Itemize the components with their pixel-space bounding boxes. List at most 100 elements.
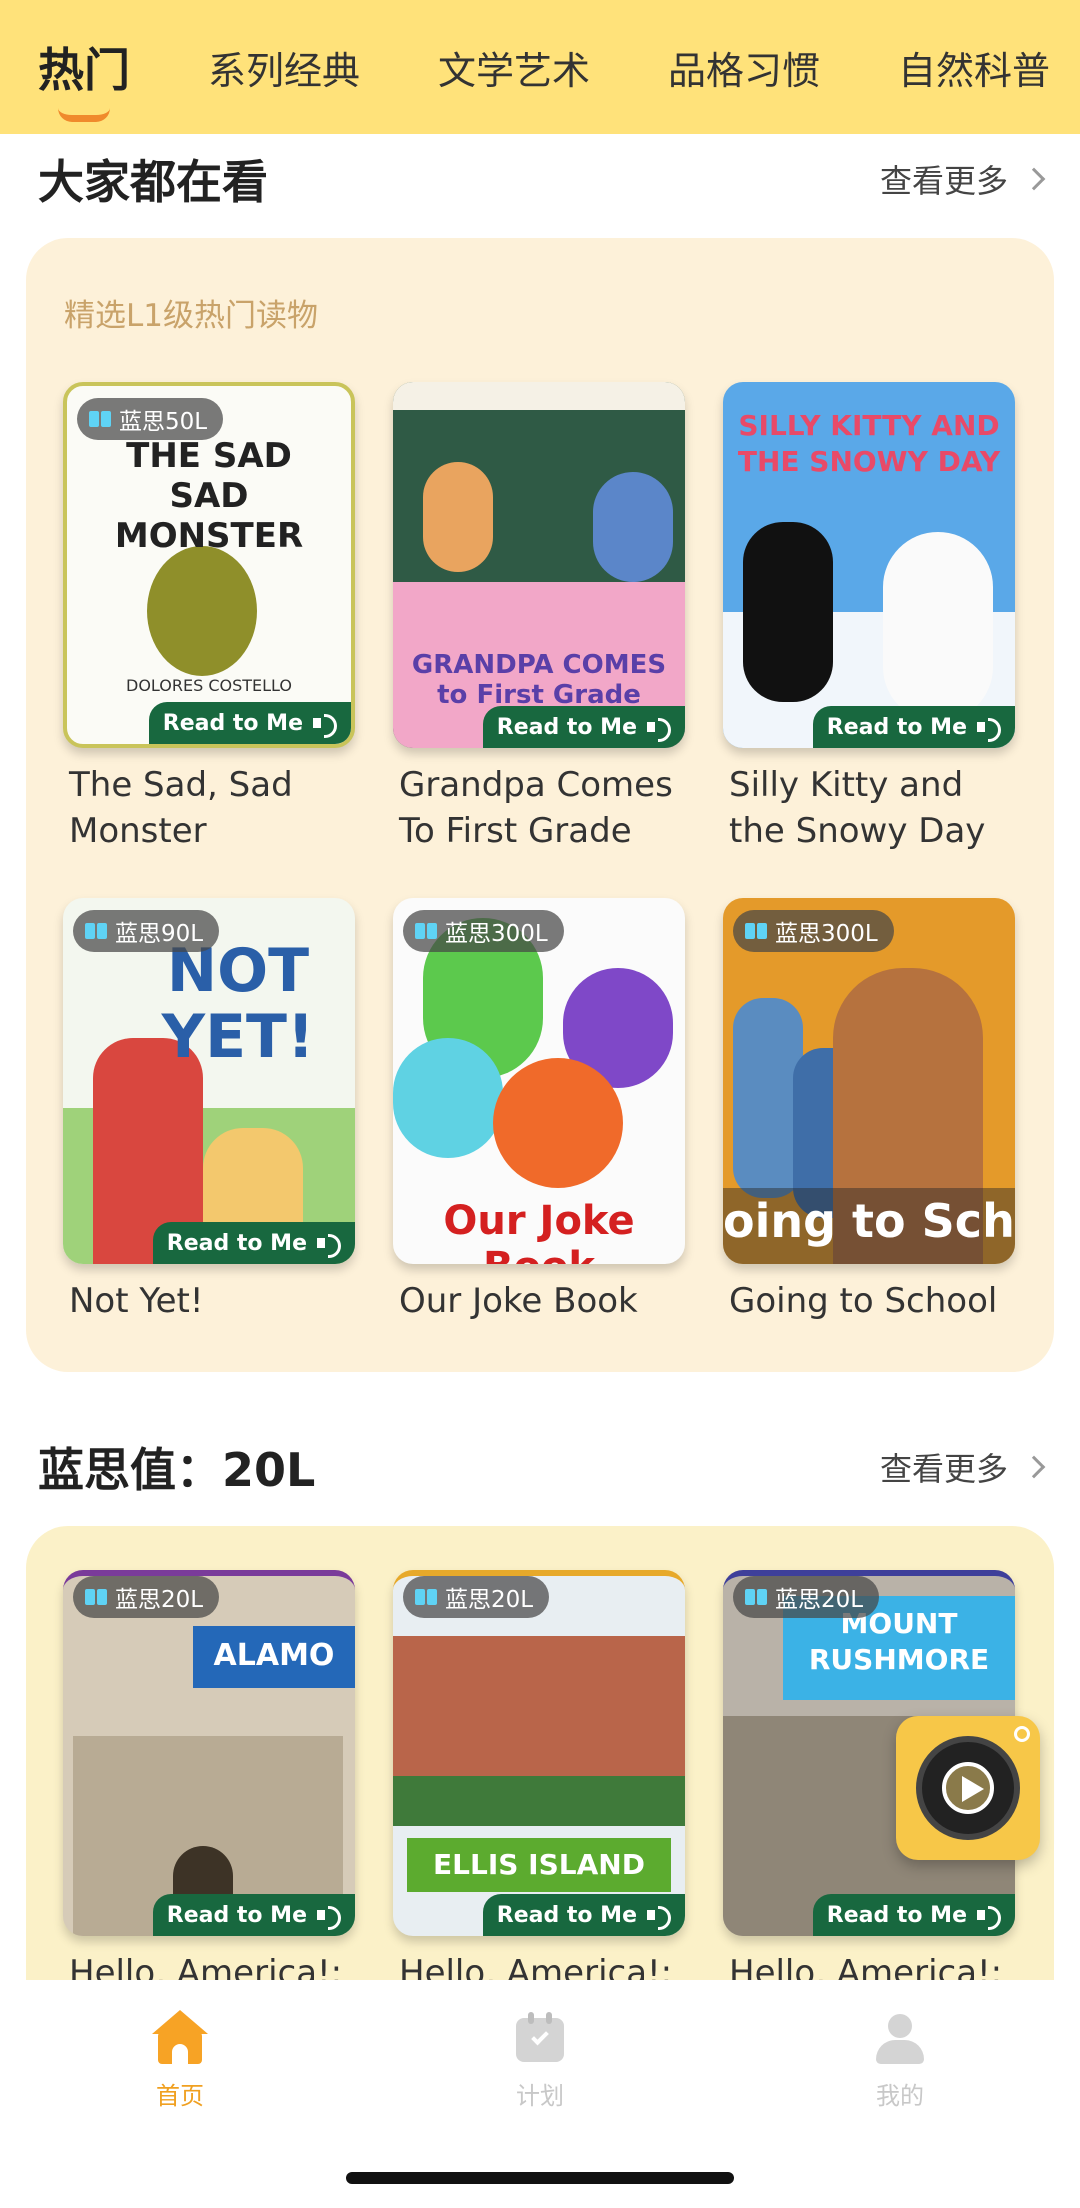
see-more-button[interactable]: 查看更多 (879, 1444, 1046, 1490)
level-label: 蓝思20L (115, 1587, 204, 1613)
lexile-level-badge: 蓝思20L (733, 1576, 880, 1618)
see-more-label: 查看更多 (879, 1450, 1008, 1488)
book-card[interactable]: NOT YET! Read to Me Not Yet! (63, 898, 355, 1324)
floating-audio-player[interactable] (896, 1716, 1040, 1860)
calendar-check-icon (512, 2010, 568, 2066)
grandpa-illustration (593, 472, 673, 582)
cover-title: ELLIS ISLAND (433, 1848, 645, 1881)
alphabet-strip (393, 382, 685, 410)
read-to-me-label: Read to Me (826, 714, 967, 740)
section-lexile-header: 蓝思值：20L 查看更多 (38, 1434, 1046, 1500)
calendar-ring (528, 2012, 534, 2024)
read-to-me-badge: Read to Me (148, 702, 351, 744)
book-card[interactable]: Our Joke Book Our Joke Book (393, 898, 685, 1324)
read-to-me-badge: Read to Me (152, 1222, 355, 1264)
book-card[interactable]: SILLY KITTY AND THE SNOWY DAY Read to Me… (723, 382, 1015, 854)
home-roof (152, 2010, 208, 2034)
read-to-me-badge: Read to Me (482, 1894, 685, 1936)
read-to-me-label: Read to Me (166, 1230, 307, 1256)
tab-hot[interactable]: 热门 (38, 34, 130, 122)
book-icon (85, 923, 107, 939)
cover-author: DOLORES COSTELLO (126, 676, 292, 695)
user-head (888, 2014, 912, 2038)
tab-literature-art[interactable]: 文学艺术 (438, 40, 590, 95)
tab-label: 品格习惯 (668, 48, 821, 93)
calendar-ring (546, 2012, 552, 2024)
level-label: 蓝思90L (115, 921, 204, 947)
book-title[interactable]: Grandpa Comes To First Grade (393, 762, 685, 854)
level-label: 蓝思20L (445, 1587, 534, 1613)
tab-character-habits[interactable]: 品格习惯 (668, 40, 820, 95)
read-to-me-label: Read to Me (162, 710, 303, 736)
app-screen: 热门 系列经典 文学艺术 品格习惯 自然科普 大家都在看 查看更多 精选L1级热… (0, 0, 1080, 2208)
book-title[interactable]: Our Joke Book (393, 1278, 685, 1324)
section-popular-header: 大家都在看 查看更多 (38, 146, 1046, 212)
popular-books-panel: 精选L1级热门读物 蓝思50L THE SAD SAD MONSTER DOLO… (26, 238, 1054, 1372)
book-title[interactable]: Not Yet! (63, 1278, 355, 1324)
nav-label: 计划 (516, 2082, 564, 2110)
speaker-icon (317, 1232, 343, 1258)
cover-title: THE SAD SAD MONSTER (114, 436, 304, 556)
book-card[interactable]: 蓝思50L THE SAD SAD MONSTER DOLORES COSTEL… (63, 382, 355, 854)
book-card[interactable]: oing to Scho Going to School (723, 898, 1015, 1324)
home-icon (152, 2010, 208, 2066)
cover-title: SILLY KITTY AND THE SNOWY DAY (737, 409, 1001, 478)
book-card[interactable]: ALAMO Read to Me Hello, America!: (63, 1570, 355, 1996)
orange-monster (493, 1058, 623, 1188)
nav-home[interactable]: 首页 (80, 2010, 280, 2208)
cover-title: ALAMO (213, 1638, 335, 1673)
lexile-level-badge: 蓝思300L (403, 910, 564, 952)
lexile-level-badge: 蓝思20L (403, 1576, 550, 1618)
chevron-right-icon (1022, 1455, 1046, 1479)
read-to-me-label: Read to Me (166, 1902, 307, 1928)
home-indicator[interactable] (346, 2172, 734, 2184)
cover-title: oing to Scho (723, 1194, 1015, 1248)
panel-subtitle: 精选L1级热门读物 (64, 298, 318, 334)
child-illustration (423, 462, 493, 572)
book-icon (415, 1589, 437, 1605)
book-cover[interactable]: ALAMO Read to Me (63, 1570, 355, 1936)
tab-nature-science[interactable]: 自然科普 (898, 40, 1050, 95)
book-title[interactable]: The Sad, Sad Monster (63, 762, 355, 854)
book-cover[interactable]: Our Joke Book (393, 898, 685, 1264)
trees (393, 1776, 685, 1826)
home-door (172, 2044, 188, 2064)
tab-series-classics[interactable]: 系列经典 (208, 40, 360, 95)
speaker-icon (647, 1904, 673, 1930)
lexile-level-badge: 蓝思300L (733, 910, 894, 952)
book-icon (85, 1589, 107, 1605)
level-label: 蓝思300L (445, 921, 548, 947)
blue-monster (393, 1038, 503, 1158)
book-card[interactable]: GRANDPA COMES to First Grade Read to Me … (393, 382, 685, 854)
book-cover[interactable]: NOT YET! Read to Me (63, 898, 355, 1264)
chevron-right-icon (1022, 167, 1046, 191)
cover-title: GRANDPA COMES to First Grade (411, 650, 667, 710)
section-title: 蓝思值：20L (38, 1443, 316, 1497)
read-to-me-badge: Read to Me (482, 706, 685, 748)
book-cover[interactable]: ELLIS ISLAND Read to Me (393, 1570, 685, 1936)
read-to-me-label: Read to Me (496, 1902, 637, 1928)
book-title[interactable]: Going to School (723, 1278, 1015, 1324)
book-cover[interactable]: SILLY KITTY AND THE SNOWY DAY Read to Me (723, 382, 1015, 748)
nav-mine[interactable]: 我的 (800, 2010, 1000, 2208)
book-card[interactable]: ELLIS ISLAND Read to Me Hello, America!: (393, 1570, 685, 1996)
see-more-button[interactable]: 查看更多 (880, 156, 1046, 202)
cover-title: Our Joke Book (443, 1198, 635, 1264)
book-cover[interactable]: oing to Scho (723, 898, 1015, 1264)
speaker-icon (647, 716, 673, 742)
book-cover[interactable]: GRANDPA COMES to First Grade Read to Me (393, 382, 685, 748)
book-title[interactable]: Silly Kitty and the Snowy Day (723, 762, 1015, 854)
book-cover[interactable]: 蓝思50L THE SAD SAD MONSTER DOLORES COSTEL… (63, 382, 355, 748)
tab-label: 文学艺术 (438, 48, 591, 93)
speaker-icon (317, 1904, 343, 1930)
level-label: 蓝思50L (119, 409, 208, 435)
tab-label: 热门 (38, 43, 130, 97)
lexile-level-badge: 蓝思50L (77, 398, 224, 440)
read-to-me-label: Read to Me (826, 1902, 967, 1928)
kitty-illustration (743, 522, 833, 702)
ellis-building (393, 1636, 685, 1786)
close-player-icon[interactable] (1014, 1726, 1030, 1742)
lexile-level-badge: 蓝思20L (73, 1576, 220, 1618)
vinyl-disc-icon (916, 1736, 1020, 1840)
tab-label: 系列经典 (208, 48, 361, 93)
